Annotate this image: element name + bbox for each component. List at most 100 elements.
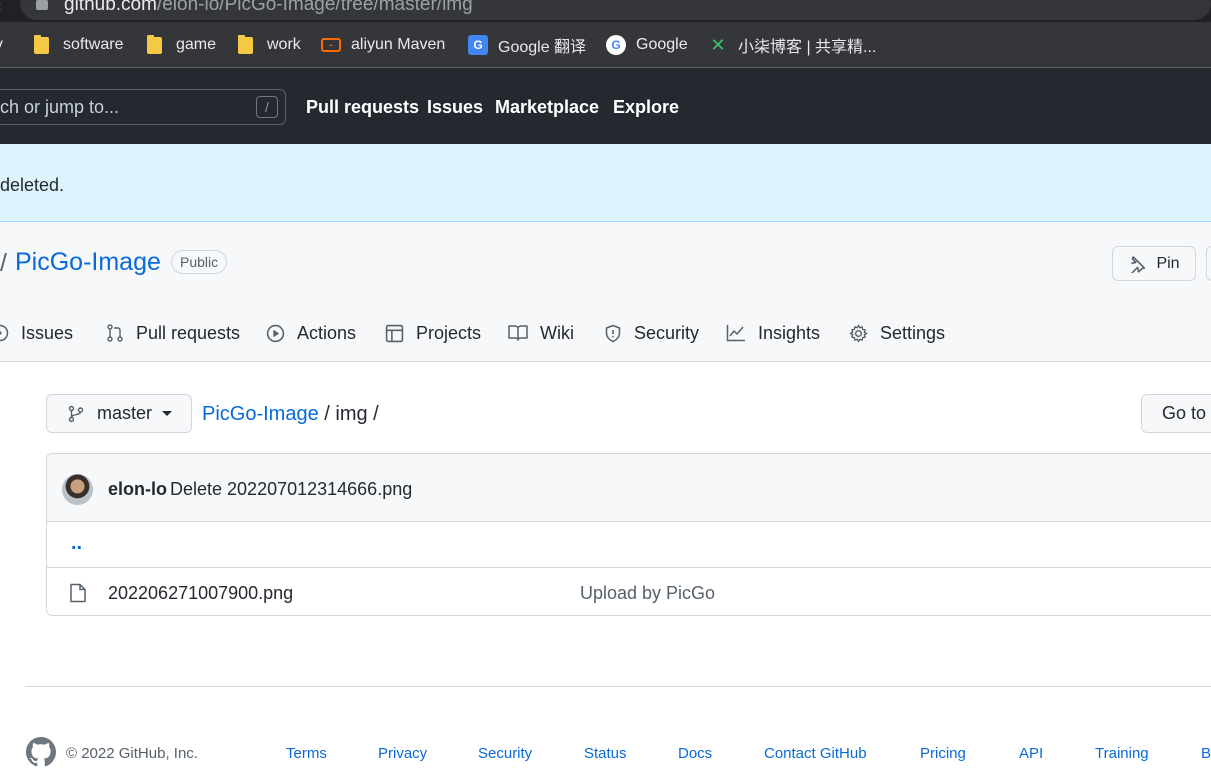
commit-message[interactable]: Delete 202207012314666.png [170, 479, 412, 500]
pull-request-icon [107, 324, 123, 342]
commit-author[interactable]: elon-lo [108, 479, 167, 500]
folder-icon [238, 34, 253, 54]
file-name-link[interactable]: 202206271007900.png [108, 583, 293, 604]
tab-label: Pull requests [136, 322, 241, 343]
shield-icon [605, 324, 621, 342]
visibility-badge: Public [171, 250, 228, 274]
flash-text: deleted. [0, 175, 65, 195]
tab-label: Settings [880, 322, 946, 343]
graph-icon [726, 325, 745, 342]
wiki-icon [508, 325, 528, 341]
tab-projects[interactable]: Projects [385, 319, 481, 347]
footer-link-pricing[interactable]: Pricing [920, 745, 966, 762]
pin-button[interactable]: Pin [1112, 246, 1196, 281]
bookmarks-bar: dy software game work -aliyun Maven G Goo… [0, 22, 1211, 68]
browser-address-bar: ‹ github.com/elon-lo/PicGo-Image/tree/ma… [0, 0, 1211, 22]
xq-blog-icon: ✕ [710, 34, 726, 55]
nav-explore[interactable]: Explore [613, 97, 679, 118]
google-icon: G [606, 35, 626, 55]
watch-button[interactable] [1206, 246, 1211, 281]
bookmark-xq-blog[interactable]: ✕ 小柒博客 | 共享精... [708, 22, 876, 68]
bookmark-game[interactable]: game [147, 22, 216, 68]
projects-icon [385, 324, 404, 342]
nav-marketplace[interactable]: Marketplace [495, 97, 599, 118]
footer-link-status[interactable]: Status [584, 745, 627, 762]
tab-label: Wiki [540, 322, 574, 343]
bookmark-label: Google [636, 36, 688, 53]
footer-link-privacy[interactable]: Privacy [378, 745, 427, 762]
file-icon [70, 583, 86, 603]
aliyun-icon: - [321, 38, 341, 52]
tab-settings[interactable]: Settings [849, 319, 945, 347]
parent-directory-link[interactable]: .. [71, 532, 82, 555]
branch-select-button[interactable]: master [46, 394, 192, 433]
breadcrumb: PicGo-Image / img / [202, 403, 379, 426]
footer-link-contact[interactable]: Contact GitHub [764, 745, 867, 762]
breadcrumb-repo-link[interactable]: PicGo-Image [202, 403, 319, 425]
tab-label: Projects [416, 322, 482, 343]
parent-directory-row[interactable]: .. [47, 522, 1211, 568]
bookmark-work[interactable]: work [238, 22, 301, 68]
bookmark-dy[interactable]: dy [0, 22, 3, 68]
footer-copyright: © 2022 GitHub, Inc. [66, 745, 198, 762]
bookmark-label: dy [0, 36, 3, 54]
footer-link-docs[interactable]: Docs [678, 745, 712, 762]
tab-label: Insights [758, 322, 821, 343]
github-logo-icon[interactable] [26, 737, 56, 767]
footer-link-security[interactable]: Security [478, 745, 532, 762]
bookmark-label: software [63, 36, 124, 53]
lock-icon[interactable] [36, 0, 48, 10]
tab-pull-requests[interactable]: Pull requests [106, 319, 240, 347]
gear-icon [849, 324, 868, 342]
google-translate-icon: G [468, 35, 488, 55]
search-placeholder: ch or jump to... [0, 97, 120, 117]
file-list: elon-lo Delete 202207012314666.png .. 20… [46, 453, 1211, 616]
github-header: ch or jump to... / Pull requests Issues … [0, 68, 1211, 144]
avatar[interactable] [62, 474, 93, 505]
file-commit-message[interactable]: Upload by PicGo [580, 583, 715, 604]
footer-divider [25, 686, 1211, 687]
bookmark-software[interactable]: software [34, 22, 123, 68]
nav-pull-requests[interactable]: Pull requests [306, 97, 419, 118]
branch-name: master [97, 403, 153, 423]
tab-insights[interactable]: Insights [726, 319, 820, 347]
go-to-file-button[interactable]: Go to [1141, 394, 1211, 433]
tab-actions[interactable]: Actions [266, 319, 356, 347]
nav-issues[interactable]: Issues [427, 97, 483, 118]
footer-link-api[interactable]: API [1019, 745, 1043, 762]
repo-name-link[interactable]: PicGo-Image [15, 248, 161, 277]
bookmark-label: game [176, 36, 217, 53]
tab-label: Security [634, 322, 700, 343]
bookmark-google-translate[interactable]: G Google 翻译 [468, 22, 586, 68]
bookmark-label: aliyun Maven [351, 36, 446, 53]
breadcrumb-path: / img / [318, 403, 379, 425]
bookmark-google[interactable]: G Google [606, 22, 688, 68]
bookmark-label: Google 翻译 [498, 39, 587, 56]
pin-label: Pin [1156, 254, 1180, 272]
issue-icon [0, 324, 9, 342]
tab-label: Issues [21, 322, 74, 343]
tab-issues[interactable]: Issues [0, 319, 73, 347]
footer-link-blog[interactable]: B [1201, 745, 1211, 762]
tab-security[interactable]: Security [604, 319, 699, 347]
bookmark-label: 小柒博客 | 共享精... [738, 39, 877, 56]
footer-link-terms[interactable]: Terms [286, 745, 327, 762]
actions-icon [266, 324, 285, 342]
repo-path-separator: / [0, 249, 7, 277]
pin-icon [1131, 255, 1146, 273]
latest-commit-row: elon-lo Delete 202207012314666.png [47, 454, 1211, 522]
url-text[interactable]: github.com/elon-lo/PicGo-Image/tree/mast… [64, 0, 473, 16]
chevron-down-icon [162, 411, 173, 416]
footer-link-training[interactable]: Training [1095, 745, 1149, 762]
folder-icon [34, 34, 49, 54]
folder-icon [147, 34, 162, 54]
table-row[interactable]: 202206271007900.png Upload by PicGo [47, 568, 1211, 616]
bookmark-aliyun-maven[interactable]: - aliyun Maven [321, 22, 445, 68]
repo-header: / PicGo-Image Public Pin Issues Pull req… [0, 222, 1211, 362]
tab-wiki[interactable]: Wiki [508, 319, 574, 347]
tab-label: Actions [297, 322, 357, 343]
back-icon[interactable]: ‹ [0, 0, 1, 16]
flash-message: deleted. [0, 144, 1211, 222]
bookmark-label: work [267, 36, 301, 53]
search-hotkey-badge: / [256, 96, 278, 118]
